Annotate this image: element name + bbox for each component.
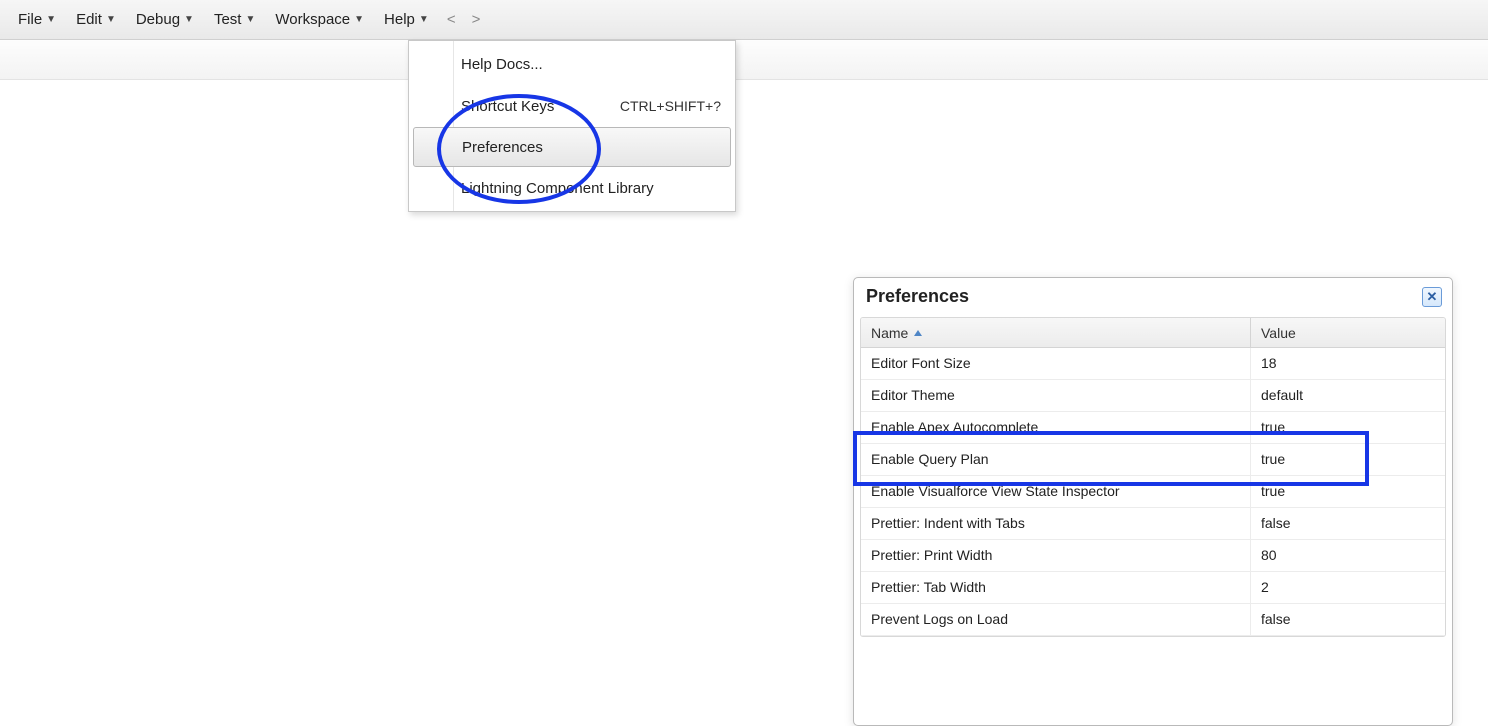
- nav-next[interactable]: >: [464, 5, 489, 34]
- menu-edit-label: Edit: [76, 11, 102, 28]
- menu-debug-label: Debug: [136, 11, 180, 28]
- menu-edit[interactable]: Edit ▼: [66, 5, 126, 34]
- pref-value: default: [1251, 380, 1445, 411]
- menu-workspace-label: Workspace: [275, 11, 350, 28]
- menubar: File ▼ Edit ▼ Debug ▼ Test ▼ Workspace ▼…: [0, 0, 1488, 40]
- table-row[interactable]: Prettier: Indent with Tabs false: [861, 508, 1445, 540]
- pref-value: true: [1251, 476, 1445, 507]
- chevron-right-icon: >: [472, 11, 481, 28]
- shortcut-keys-item[interactable]: Shortcut Keys CTRL+SHIFT+?: [409, 85, 735, 127]
- column-header-value-label: Value: [1261, 325, 1296, 341]
- menu-workspace[interactable]: Workspace ▼: [265, 5, 374, 34]
- table-row[interactable]: Enable Query Plan true: [861, 444, 1445, 476]
- menu-help-label: Help: [384, 11, 415, 28]
- pref-name: Prettier: Indent with Tabs: [861, 508, 1251, 539]
- table-row[interactable]: Enable Apex Autocomplete true: [861, 412, 1445, 444]
- caret-down-icon: ▼: [46, 14, 56, 25]
- lightning-library-label: Lightning Component Library: [461, 180, 721, 197]
- chevron-left-icon: <: [447, 11, 456, 28]
- close-icon: ✕: [1427, 290, 1438, 303]
- pref-name: Prettier: Print Width: [861, 540, 1251, 571]
- pref-value: true: [1251, 412, 1445, 443]
- table-row[interactable]: Editor Font Size 18: [861, 348, 1445, 380]
- lightning-library-item[interactable]: Lightning Component Library: [409, 167, 735, 209]
- pref-value: false: [1251, 604, 1445, 635]
- preferences-panel: Preferences ✕ Name Value Editor Font Siz…: [853, 277, 1453, 726]
- help-dropdown: Help Docs... Shortcut Keys CTRL+SHIFT+? …: [408, 40, 736, 212]
- pref-name: Editor Font Size: [861, 348, 1251, 379]
- caret-down-icon: ▼: [106, 14, 116, 25]
- pref-value: 18: [1251, 348, 1445, 379]
- pref-value: 2: [1251, 572, 1445, 603]
- pref-name: Enable Apex Autocomplete: [861, 412, 1251, 443]
- preferences-body: Editor Font Size 18 Editor Theme default…: [861, 348, 1445, 636]
- preferences-titlebar: Preferences ✕: [854, 278, 1452, 317]
- table-row[interactable]: Prevent Logs on Load false: [861, 604, 1445, 636]
- column-header-name[interactable]: Name: [861, 318, 1251, 347]
- toolbar-strip: [0, 40, 1488, 80]
- preferences-title: Preferences: [866, 286, 969, 307]
- preferences-label: Preferences: [462, 139, 716, 156]
- table-row[interactable]: Prettier: Print Width 80: [861, 540, 1445, 572]
- pref-value: 80: [1251, 540, 1445, 571]
- pref-name: Prettier: Tab Width: [861, 572, 1251, 603]
- preferences-item[interactable]: Preferences: [413, 127, 731, 167]
- preferences-header-row: Name Value: [861, 318, 1445, 348]
- caret-down-icon: ▼: [419, 14, 429, 25]
- caret-down-icon: ▼: [354, 14, 364, 25]
- preferences-table: Name Value Editor Font Size 18 Editor Th…: [860, 317, 1446, 637]
- menu-test[interactable]: Test ▼: [204, 5, 265, 34]
- menu-file[interactable]: File ▼: [8, 5, 66, 34]
- pref-name: Enable Query Plan: [861, 444, 1251, 475]
- shortcut-keys-accel: CTRL+SHIFT+?: [620, 98, 721, 114]
- table-row[interactable]: Prettier: Tab Width 2: [861, 572, 1445, 604]
- help-docs-label: Help Docs...: [461, 56, 721, 73]
- help-docs-item[interactable]: Help Docs...: [409, 43, 735, 85]
- caret-down-icon: ▼: [184, 14, 194, 25]
- menu-debug[interactable]: Debug ▼: [126, 5, 204, 34]
- column-header-value[interactable]: Value: [1251, 318, 1445, 347]
- caret-down-icon: ▼: [245, 14, 255, 25]
- menu-file-label: File: [18, 11, 42, 28]
- menu-help[interactable]: Help ▼: [374, 5, 439, 34]
- pref-value: false: [1251, 508, 1445, 539]
- pref-name: Enable Visualforce View State Inspector: [861, 476, 1251, 507]
- column-header-name-label: Name: [871, 325, 908, 341]
- pref-name: Editor Theme: [861, 380, 1251, 411]
- pref-name: Prevent Logs on Load: [861, 604, 1251, 635]
- nav-prev[interactable]: <: [439, 5, 464, 34]
- shortcut-keys-label: Shortcut Keys: [461, 98, 620, 115]
- table-row[interactable]: Enable Visualforce View State Inspector …: [861, 476, 1445, 508]
- table-row[interactable]: Editor Theme default: [861, 380, 1445, 412]
- close-button[interactable]: ✕: [1422, 287, 1442, 307]
- pref-value: true: [1251, 444, 1445, 475]
- menu-test-label: Test: [214, 11, 242, 28]
- sort-asc-icon: [914, 330, 922, 336]
